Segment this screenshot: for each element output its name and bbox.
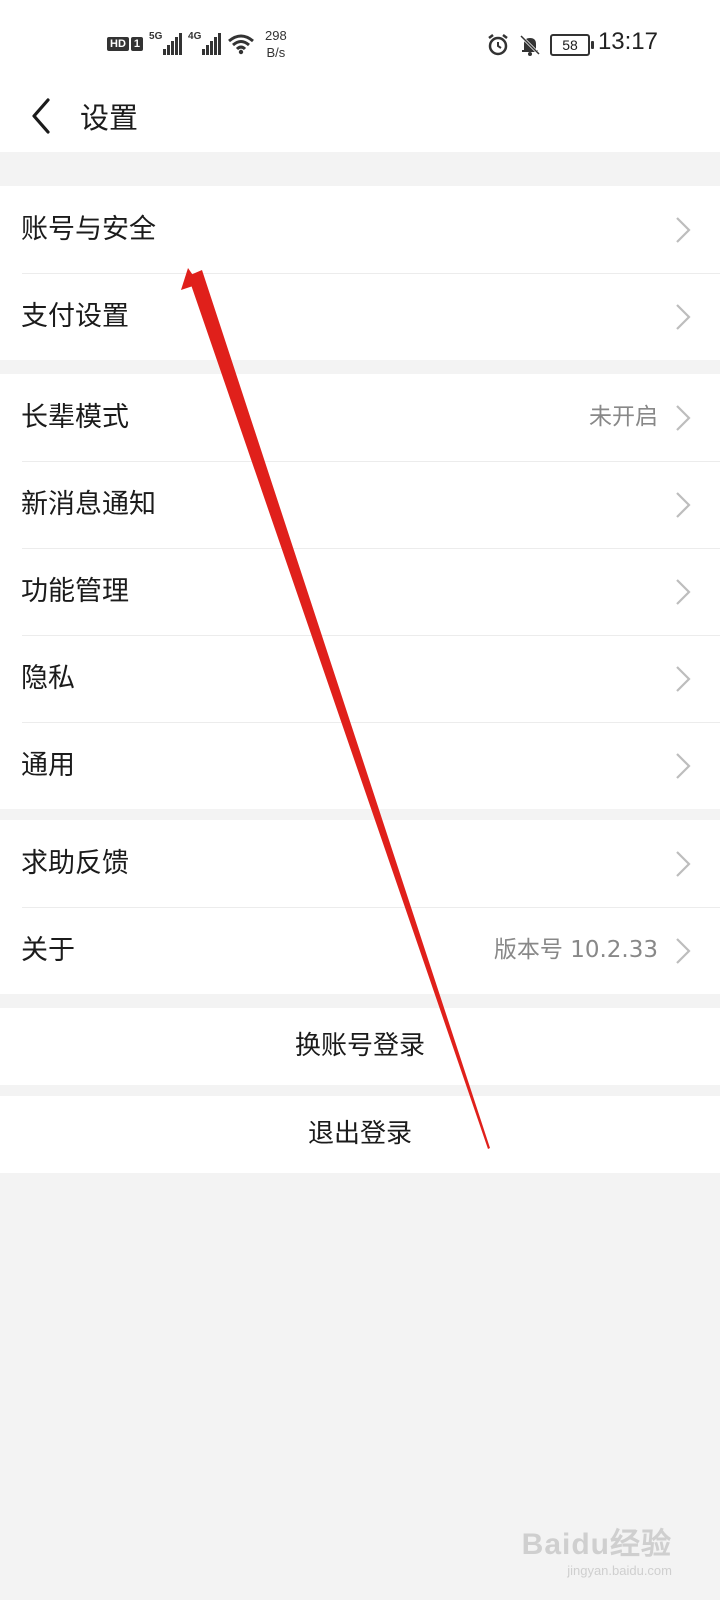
chevron-right-icon (676, 492, 691, 518)
settings-item-features[interactable]: 功能管理 (0, 548, 720, 635)
settings-item-label: 功能管理 (21, 576, 129, 607)
signal-4g-label: 4G (188, 31, 202, 42)
page-title: 设置 (80, 101, 139, 135)
back-arrow-icon[interactable] (28, 96, 58, 136)
settings-item-label: 关于 (21, 935, 75, 966)
chevron-right-icon (676, 217, 691, 243)
watermark-sub: jingyan.baidu.com (567, 1563, 672, 1578)
chevron-right-icon (676, 579, 691, 605)
signal-5g-label: 5G (149, 31, 163, 42)
chevron-right-icon (676, 666, 691, 692)
settings-group-help: 求助反馈 关于 版本号 10.2.33 (0, 820, 720, 994)
settings-item-account-security[interactable]: 账号与安全 (0, 186, 720, 273)
settings-item-label: 长辈模式 (21, 402, 129, 433)
settings-item-label: 求助反馈 (21, 848, 129, 879)
settings-group-general: 长辈模式 未开启 新消息通知 功能管理 隐私 通用 (0, 374, 720, 809)
switch-account-label: 换账号登录 (294, 1031, 425, 1061)
watermark-logo: Baidu经验 jingyan.baidu.com (522, 1519, 672, 1578)
settings-item-value: 版本号 10.2.33 (493, 937, 658, 963)
settings-item-label: 账号与安全 (21, 214, 156, 245)
speed-value: 298 (265, 28, 287, 43)
settings-item-notifications[interactable]: 新消息通知 (0, 461, 720, 548)
sim-label: 1 (130, 37, 144, 51)
battery-icon: 58 (550, 34, 594, 56)
chevron-right-icon (676, 405, 691, 431)
settings-item-label: 新消息通知 (21, 489, 156, 520)
signal-5g-icon: 5G (149, 31, 183, 55)
status-left: HD 1 5G 4G 298 B/s (107, 26, 287, 62)
speed-unit: B/s (266, 45, 286, 60)
settings-item-payment[interactable]: 支付设置 (0, 273, 720, 360)
settings-item-about[interactable]: 关于 版本号 10.2.33 (0, 907, 720, 994)
hd-icon: HD 1 (107, 37, 144, 51)
settings-item-elder-mode[interactable]: 长辈模式 未开启 (0, 374, 720, 461)
hd-label: HD (107, 37, 129, 51)
signal-4g-icon: 4G (188, 31, 222, 55)
settings-item-general[interactable]: 通用 (0, 722, 720, 809)
chevron-right-icon (676, 304, 691, 330)
alarm-icon (488, 34, 508, 56)
watermark-main: Baidu经验 (521, 1528, 672, 1561)
settings-item-label: 支付设置 (21, 301, 129, 332)
logout-label: 退出登录 (307, 1119, 412, 1149)
settings-item-feedback[interactable]: 求助反馈 (0, 820, 720, 907)
status-bar: HD 1 5G 4G 298 B/s 58 13:17 (0, 0, 720, 90)
chevron-right-icon (676, 851, 691, 877)
clock: 13:17 (597, 28, 658, 55)
app-header: 设置 (0, 90, 720, 152)
chevron-right-icon (676, 938, 691, 964)
settings-item-label: 通用 (21, 750, 75, 781)
chevron-right-icon (676, 753, 691, 779)
switch-account-button[interactable]: 换账号登录 (0, 1008, 720, 1085)
status-right: 58 (486, 30, 594, 60)
battery-level: 58 (562, 37, 578, 53)
settings-item-value: 未开启 (589, 404, 658, 430)
logout-button[interactable]: 退出登录 (0, 1096, 720, 1173)
mute-bell-icon (519, 34, 541, 56)
settings-item-privacy[interactable]: 隐私 (0, 635, 720, 722)
settings-group-account: 账号与安全 支付设置 (0, 186, 720, 360)
settings-item-label: 隐私 (21, 663, 75, 694)
wifi-icon (228, 34, 254, 55)
network-speed: 298 B/s (265, 27, 287, 61)
